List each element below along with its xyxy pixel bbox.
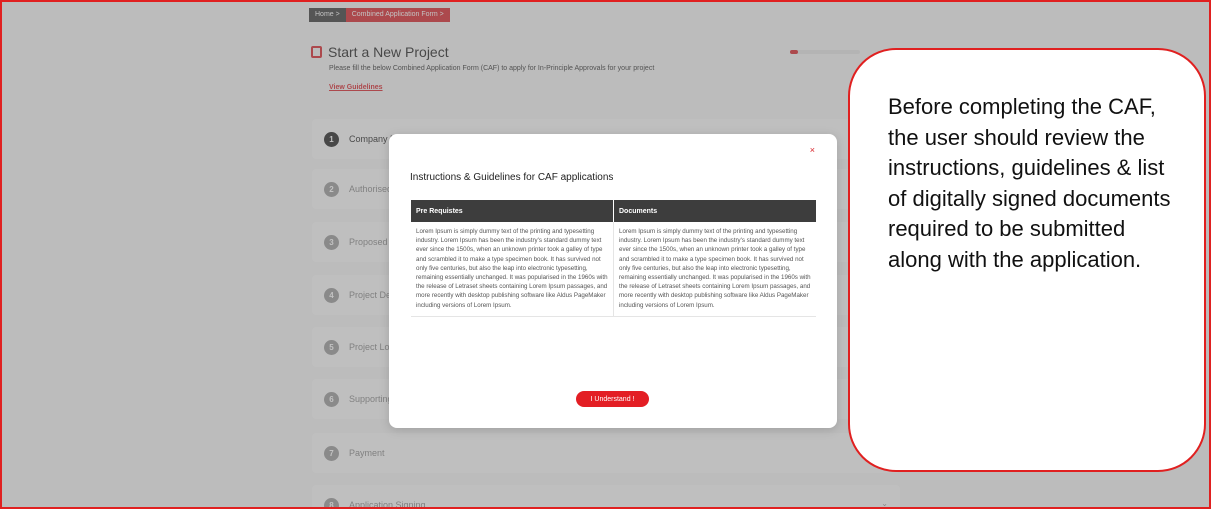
modal-title: Instructions & Guidelines for CAF applic… bbox=[410, 172, 614, 183]
prerequisites-text: Lorem Ipsum is simply dummy text of the … bbox=[411, 222, 614, 317]
col-header-documents: Documents bbox=[613, 200, 816, 222]
guidelines-modal: × Instructions & Guidelines for CAF appl… bbox=[389, 134, 837, 428]
callout-text: Before completing the CAF, the user shou… bbox=[888, 94, 1171, 272]
close-icon[interactable]: × bbox=[810, 145, 815, 155]
documents-text: Lorem Ipsum is simply dummy text of the … bbox=[613, 222, 816, 317]
i-understand-button[interactable]: I Understand ! bbox=[576, 391, 649, 407]
screenshot-frame: Home > Combined Application Form > Start… bbox=[0, 0, 1211, 509]
table-header-row: Pre Requistes Documents bbox=[411, 200, 816, 222]
col-header-prerequisites: Pre Requistes bbox=[411, 200, 614, 222]
table-row: Lorem Ipsum is simply dummy text of the … bbox=[411, 222, 816, 317]
annotation-callout: Before completing the CAF, the user shou… bbox=[848, 48, 1206, 472]
guidelines-table: Pre Requistes Documents Lorem Ipsum is s… bbox=[411, 200, 816, 317]
